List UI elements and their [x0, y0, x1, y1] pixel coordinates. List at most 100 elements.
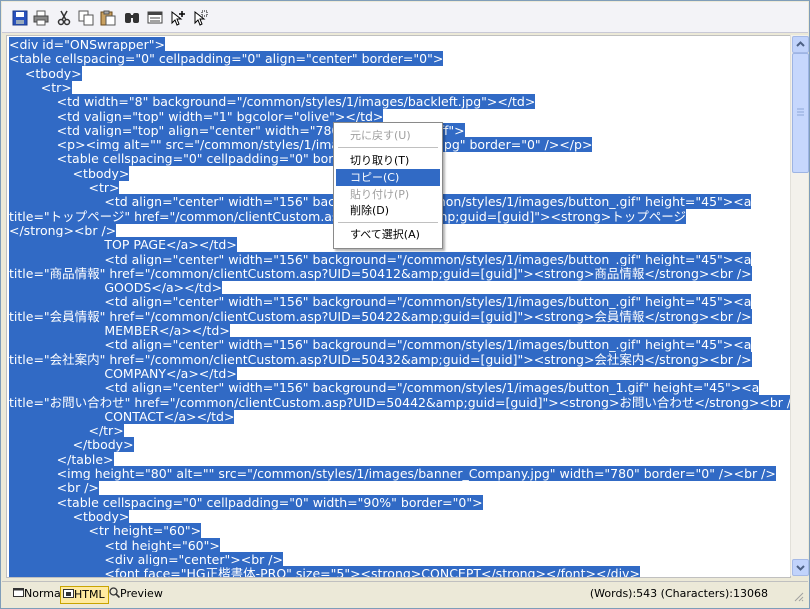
- find-icon[interactable]: [124, 10, 140, 26]
- mode-normal-label: Normal: [24, 587, 64, 600]
- code-line[interactable]: title="会員情報" href="/common/clientCustom.…: [9, 308, 752, 324]
- status-bar: Normal HTML Preview (Words):543 (Charact…: [2, 581, 808, 607]
- code-line[interactable]: <td align="center" width="156" backgroun…: [9, 337, 752, 353]
- code-line-text: </tr>: [9, 423, 124, 439]
- code-line[interactable]: </table>: [9, 451, 114, 467]
- menu-separator: [338, 147, 438, 148]
- code-line[interactable]: CONTACT</a></td>: [9, 408, 235, 424]
- menu-item-select-all[interactable]: すべて選択(A): [336, 226, 440, 243]
- cut-icon[interactable]: [56, 10, 72, 26]
- context-menu: 元に戻す(U) 切り取り(T) コピー(C) 貼り付け(P) 削除(D) すべて…: [333, 122, 443, 249]
- code-line[interactable]: <tr height="60">: [9, 523, 202, 539]
- code-line-text: <tbody>: [9, 165, 130, 181]
- code-line[interactable]: <td align="center" width="156" backgroun…: [9, 251, 752, 267]
- code-line-text: <td valign="top" width="1" bgcolor="oliv…: [9, 108, 384, 124]
- grip-icon: [797, 108, 804, 116]
- code-line[interactable]: <td valign="top" width="1" bgcolor="oliv…: [9, 108, 384, 124]
- save-icon[interactable]: [12, 10, 28, 26]
- html-icon: [63, 589, 74, 598]
- copy-icon[interactable]: [78, 10, 94, 26]
- code-line-text: CONTACT</a></td>: [9, 408, 235, 424]
- menu-item-undo[interactable]: 元に戻す(U): [336, 127, 440, 144]
- code-line[interactable]: <td height="60">: [9, 537, 220, 553]
- code-line[interactable]: <div id="ONSwrapper">: [9, 37, 165, 52]
- code-line[interactable]: <p><img alt="" src="/common/styles/1/ima…: [9, 137, 593, 153]
- code-line[interactable]: </strong><br />: [9, 222, 117, 238]
- mode-html-button[interactable]: HTML: [60, 586, 109, 604]
- normal-icon: [13, 588, 24, 597]
- code-line-text: <table cellspacing="0" cellpadding="0" w…: [9, 494, 483, 510]
- code-line-text: <img height="80" alt="" src="/common/sty…: [9, 466, 776, 481]
- code-line-text: <td width="8" background="/common/styles…: [9, 94, 536, 110]
- code-line[interactable]: <div align="center"><br />: [9, 551, 283, 567]
- vertical-scrollbar[interactable]: [790, 35, 809, 576]
- mode-normal-button[interactable]: Normal: [11, 586, 67, 602]
- code-line-text: <div align="center"><br />: [9, 551, 283, 567]
- magnifier-icon: [109, 587, 121, 599]
- code-line-text: <tr height="60">: [9, 523, 202, 539]
- code-line-text: </tbody>: [9, 437, 134, 453]
- word-count: (Words):543 (Characters):13068: [589, 587, 768, 600]
- code-line[interactable]: MEMBER</a></td>: [9, 323, 230, 338]
- code-line-text: <td height="60">: [9, 537, 220, 553]
- code-line[interactable]: <tbody>: [9, 165, 130, 181]
- code-line[interactable]: <tbody>: [9, 508, 130, 524]
- scroll-down-button[interactable]: [792, 559, 809, 576]
- scroll-thumb[interactable]: [792, 53, 809, 173]
- code-line[interactable]: <font face="HG正楷書体-PRO" size="5"><strong…: [9, 566, 640, 577]
- menu-item-cut[interactable]: 切り取り(T): [336, 152, 440, 169]
- code-line-text: COMPANY</a></td>: [9, 365, 237, 381]
- print-icon[interactable]: [33, 10, 49, 26]
- code-line[interactable]: <br />: [9, 480, 99, 496]
- menu-item-paste[interactable]: 貼り付け(P): [336, 186, 440, 203]
- menu-item-copy[interactable]: コピー(C): [336, 169, 440, 186]
- code-line-text: MEMBER</a></td>: [9, 323, 230, 338]
- code-line[interactable]: <td align="center" width="156" backgroun…: [9, 380, 760, 396]
- code-line-text: title="商品情報" href="/common/clientCustom.…: [9, 265, 752, 281]
- select-icon[interactable]: [192, 10, 208, 26]
- code-line[interactable]: <tr>: [9, 180, 120, 195]
- menu-separator: [338, 222, 438, 223]
- insert-icon[interactable]: [170, 10, 186, 26]
- preview-icon[interactable]: [147, 10, 163, 26]
- editor-window: <div id="ONSwrapper"> <table cellspacing=…: [0, 0, 810, 609]
- code-line-text: title="会員情報" href="/common/clientCustom.…: [9, 308, 752, 324]
- code-line-text: <td align="center" width="156" backgroun…: [9, 251, 752, 267]
- code-line[interactable]: <table cellspacing="0" cellpadding="0" a…: [9, 51, 444, 67]
- code-line[interactable]: GOODS</a></td>: [9, 280, 223, 296]
- code-line-text: title="お問い合わせ" href="/common/clientCusto…: [9, 394, 790, 410]
- code-line-text: GOODS</a></td>: [9, 280, 223, 296]
- code-line-text: <font face="HG正楷書体-PRO" size="5"><strong…: [9, 566, 640, 577]
- code-line[interactable]: TOP PAGE</a></td>: [9, 237, 237, 253]
- code-line-text: </strong><br />: [9, 222, 117, 238]
- menu-item-delete[interactable]: 削除(D): [336, 202, 440, 219]
- code-line-text: title="会社案内" href="/common/clientCustom.…: [9, 351, 752, 367]
- code-line[interactable]: <img height="80" alt="" src="/common/sty…: [9, 466, 776, 481]
- paste-icon[interactable]: [100, 10, 116, 26]
- code-line[interactable]: title="会社案内" href="/common/clientCustom.…: [9, 351, 752, 367]
- code-line-text: <tbody>: [9, 65, 82, 81]
- code-line[interactable]: <td width="8" background="/common/styles…: [9, 94, 536, 110]
- code-line-text: </table>: [9, 451, 114, 467]
- code-line[interactable]: <tbody>: [9, 65, 82, 81]
- code-line[interactable]: title="商品情報" href="/common/clientCustom.…: [9, 265, 752, 281]
- code-line[interactable]: title="お問い合わせ" href="/common/clientCusto…: [9, 394, 790, 410]
- code-line-text: <td align="center" width="156" backgroun…: [9, 380, 760, 396]
- code-line-text: <table cellspacing="0" cellpadding="0" a…: [9, 51, 444, 67]
- code-line-text: <p><img alt="" src="/common/styles/1/ima…: [9, 137, 593, 153]
- html-source-editor[interactable]: <div id="ONSwrapper"> <table cellspacing=…: [6, 35, 791, 578]
- code-line[interactable]: <tr>: [9, 79, 72, 95]
- mode-html-label: HTML: [74, 588, 105, 601]
- code-line[interactable]: </tbody>: [9, 437, 134, 453]
- mode-preview-button[interactable]: Preview: [107, 586, 166, 602]
- code-line[interactable]: <td align="center" width="156" backgroun…: [9, 294, 752, 310]
- code-line[interactable]: <table cellspacing="0" cellpadding="0" w…: [9, 494, 483, 510]
- chevron-up-icon: [796, 41, 805, 47]
- code-line[interactable]: COMPANY</a></td>: [9, 365, 237, 381]
- code-line-text: <td align="center" width="156" backgroun…: [9, 294, 752, 310]
- scroll-up-button[interactable]: [792, 36, 809, 53]
- code-line[interactable]: </tr>: [9, 423, 124, 439]
- resize-grip-icon[interactable]: [792, 590, 804, 602]
- code-line-text: <td align="center" width="156" backgroun…: [9, 337, 752, 353]
- code-line-text: TOP PAGE</a></td>: [9, 237, 237, 253]
